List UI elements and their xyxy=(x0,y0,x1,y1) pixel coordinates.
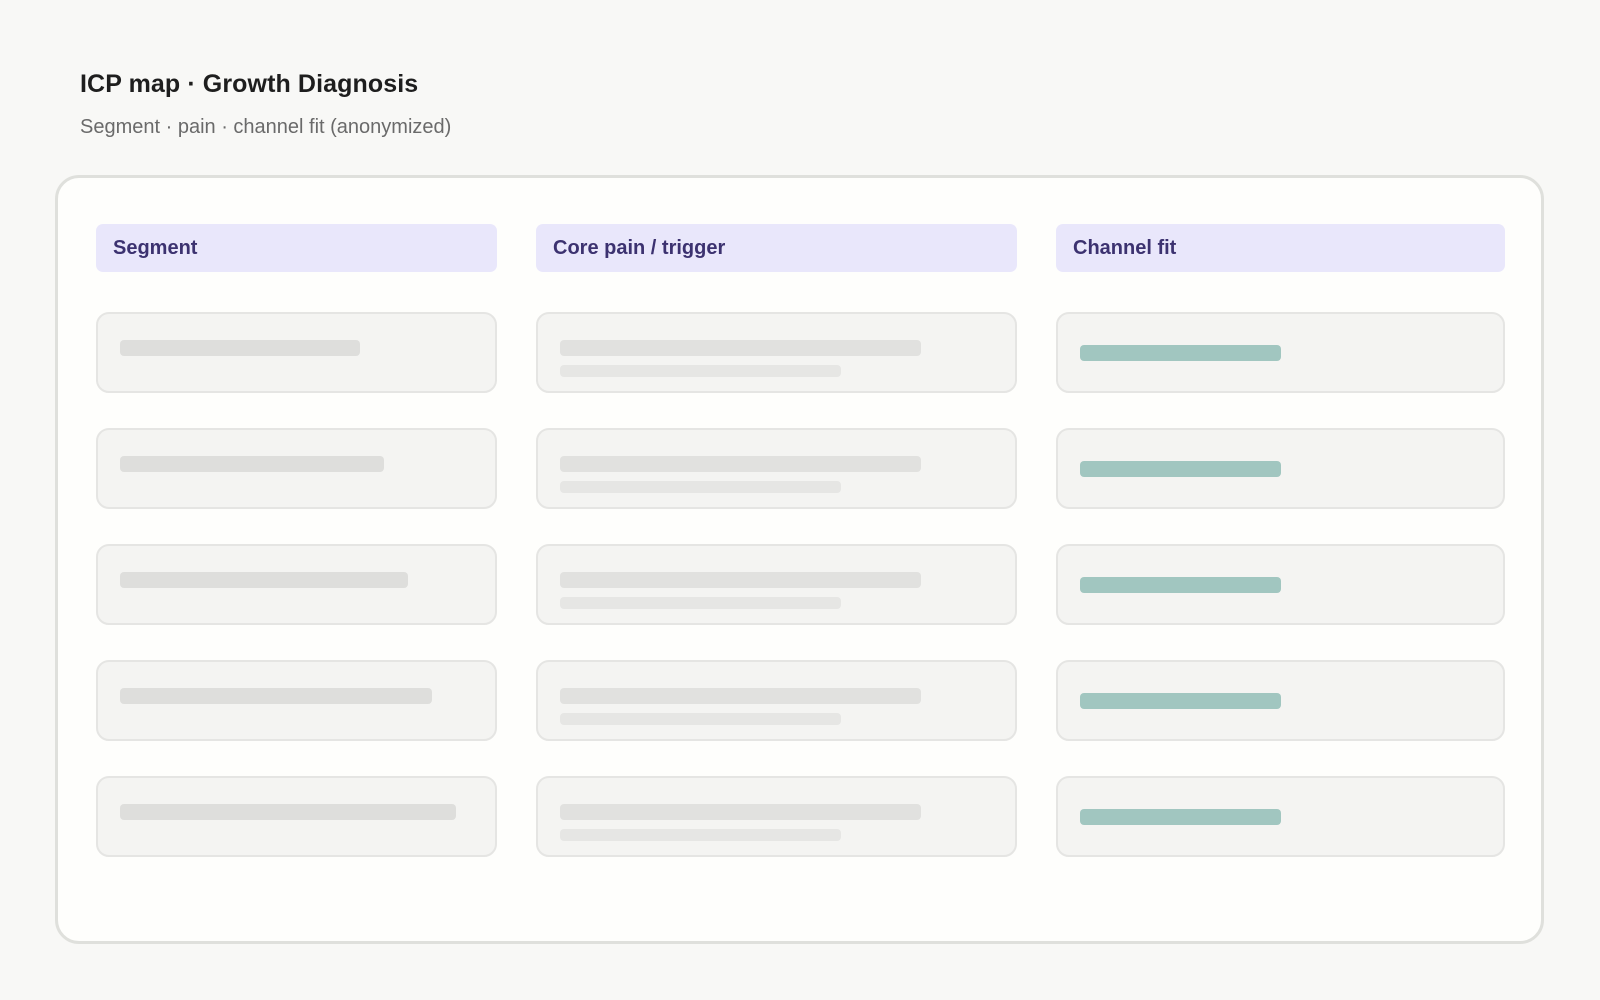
page-subtitle: Segment · pain · channel fit (anonymized… xyxy=(80,116,452,138)
cell-segment xyxy=(96,544,497,625)
channel-fit-bar xyxy=(1080,577,1281,593)
placeholder-bar xyxy=(120,572,408,588)
placeholder-bar xyxy=(560,688,921,704)
cell-segment xyxy=(96,660,497,741)
placeholder-bar xyxy=(560,340,921,356)
placeholder-bar xyxy=(560,713,841,725)
placeholder-bar xyxy=(120,456,384,472)
placeholder-bar xyxy=(120,688,432,704)
channel-fit-bar xyxy=(1080,693,1281,709)
cell-pain xyxy=(536,312,1017,393)
channel-fit-bar xyxy=(1080,809,1281,825)
placeholder-bar xyxy=(120,804,456,820)
cell-pain xyxy=(536,776,1017,857)
page: ICP map · Growth Diagnosis Segment · pai… xyxy=(0,0,1600,1000)
placeholder-bar xyxy=(560,365,841,377)
cell-pain xyxy=(536,544,1017,625)
cell-pain xyxy=(536,428,1017,509)
page-title: ICP map · Growth Diagnosis xyxy=(80,70,419,98)
cell-segment xyxy=(96,776,497,857)
placeholder-bar xyxy=(120,340,360,356)
column-header-channel: Channel fit xyxy=(1056,224,1505,272)
cell-pain xyxy=(536,660,1017,741)
placeholder-bar xyxy=(560,597,841,609)
cell-channel xyxy=(1056,312,1505,393)
channel-fit-bar xyxy=(1080,461,1281,477)
cell-segment xyxy=(96,428,497,509)
cell-channel xyxy=(1056,776,1505,857)
placeholder-bar xyxy=(560,456,921,472)
placeholder-bar xyxy=(560,481,841,493)
placeholder-bar xyxy=(560,829,841,841)
placeholder-bar xyxy=(560,804,921,820)
cell-channel xyxy=(1056,660,1505,741)
cell-segment xyxy=(96,312,497,393)
placeholder-bar xyxy=(560,572,921,588)
channel-fit-bar xyxy=(1080,345,1281,361)
cell-channel xyxy=(1056,428,1505,509)
column-header-segment: Segment xyxy=(96,224,497,272)
column-header-pain: Core pain / trigger xyxy=(536,224,1017,272)
cell-channel xyxy=(1056,544,1505,625)
